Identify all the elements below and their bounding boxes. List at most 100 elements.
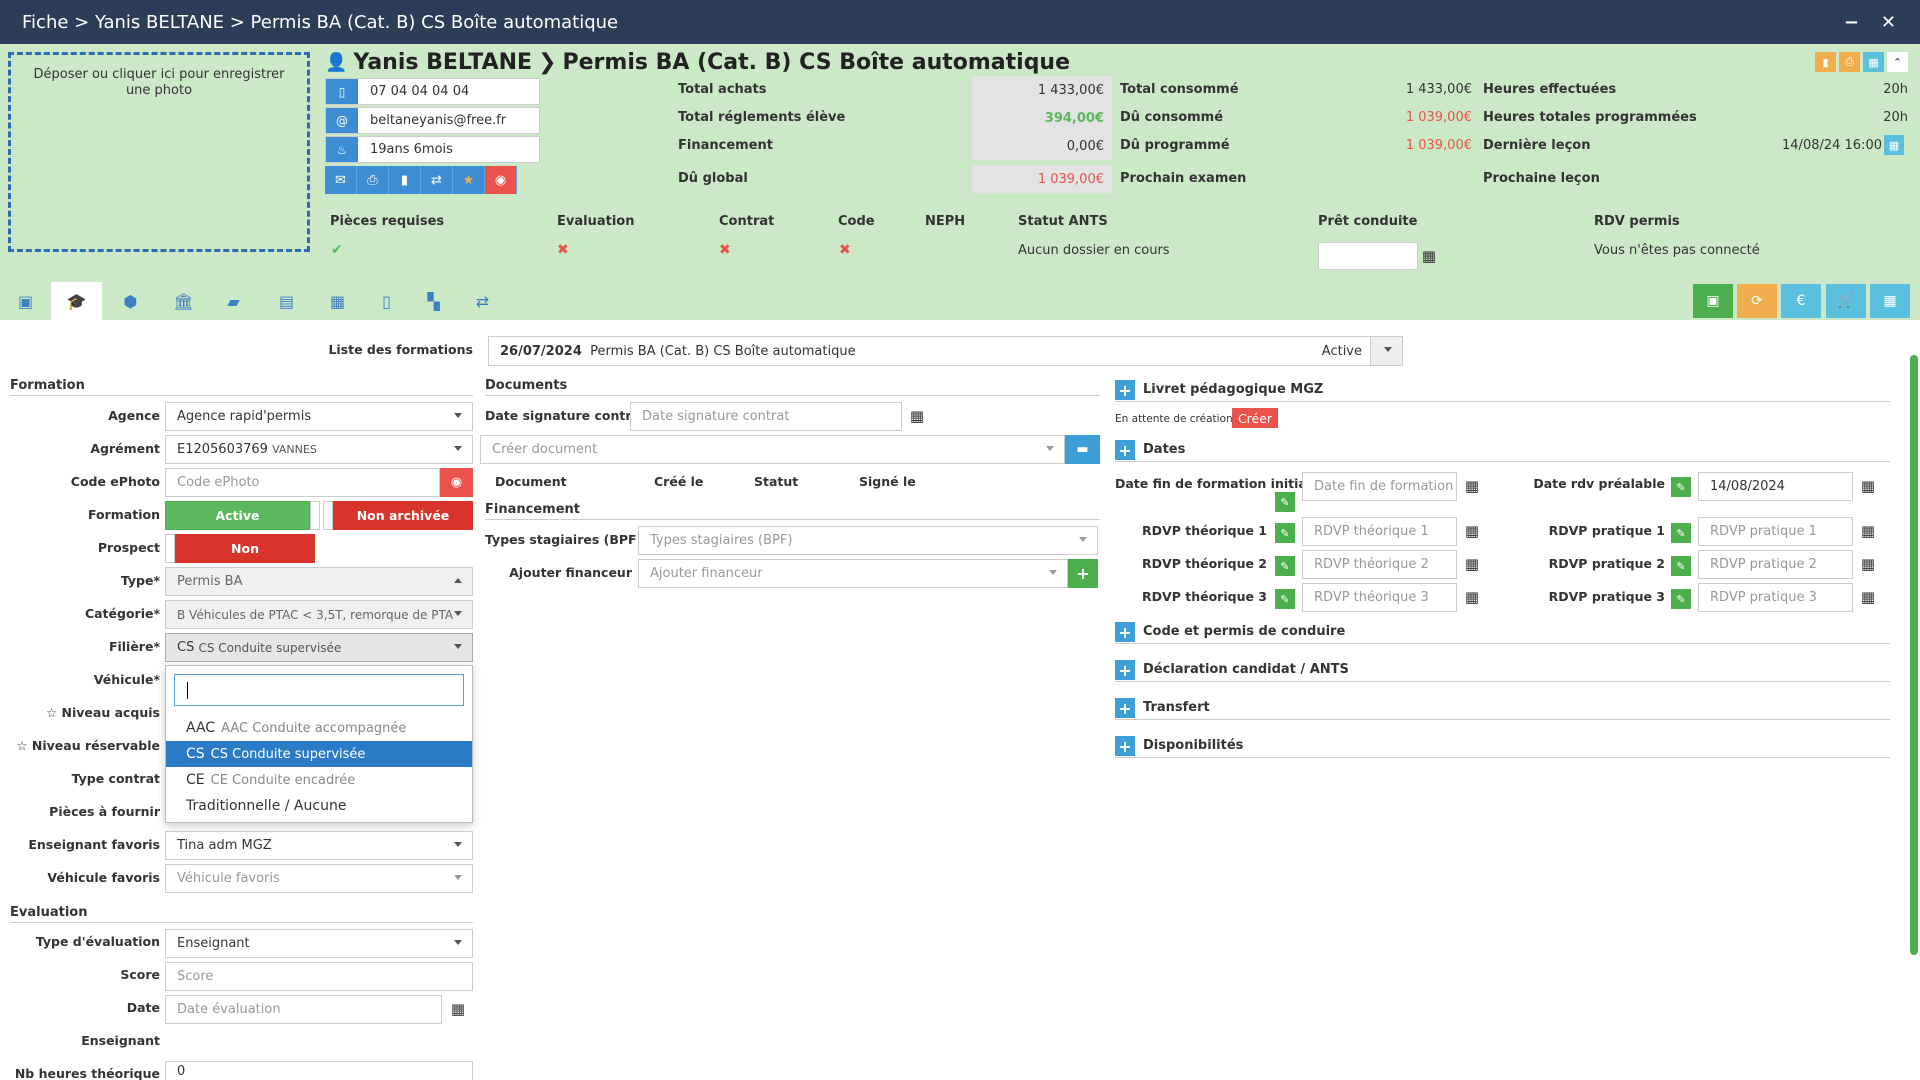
date-signature-input[interactable]: Date signature contrat: [630, 402, 902, 431]
dropdown-option[interactable]: Traditionnelle / Aucune: [166, 793, 472, 819]
scrollbar[interactable]: [1910, 355, 1918, 955]
cart-icon[interactable]: 🛒: [1826, 284, 1866, 318]
transfer-icon[interactable]: ⇄: [421, 166, 453, 194]
email-field[interactable]: @ beltaneyanis@free.fr: [325, 107, 540, 134]
tab-calculator-icon[interactable]: ▦: [312, 282, 363, 320]
calendar-icon[interactable]: ▦: [1859, 555, 1877, 573]
accordion-declaration[interactable]: + Déclaration candidat / ANTS: [1115, 660, 1890, 682]
folder-icon[interactable]: ▬: [1065, 435, 1100, 464]
plus-icon[interactable]: +: [1115, 440, 1135, 460]
categorie-select[interactable]: B Véhicules de PTAC < 3,5T, remorque de …: [165, 600, 473, 629]
print-icon[interactable]: ⎙: [1839, 52, 1860, 72]
minimize-icon[interactable]: −: [1844, 12, 1859, 33]
plus-icon[interactable]: +: [1115, 698, 1135, 718]
archive-toggle[interactable]: Non archivée: [333, 501, 473, 530]
calendar-icon[interactable]: ▦: [1463, 555, 1481, 573]
calendar-icon[interactable]: ▦: [1859, 588, 1877, 606]
prospect-toggle[interactable]: Non: [175, 534, 315, 563]
rdvp-pratique-3-input[interactable]: RDVP pratique 3: [1698, 583, 1853, 612]
date-rdv-input[interactable]: 14/08/2024: [1698, 472, 1853, 501]
creer-document-select[interactable]: Créer document: [480, 435, 1065, 464]
tab-open-book-icon[interactable]: ▚: [408, 282, 459, 320]
accordion-disponibilites[interactable]: + Disponibilités: [1115, 736, 1890, 758]
accordion-code-permis[interactable]: + Code et permis de conduire: [1115, 622, 1890, 644]
edit-icon[interactable]: ✎: [1671, 556, 1691, 576]
euro-icon[interactable]: €: [1781, 284, 1821, 318]
evaluation-date-input[interactable]: Date évaluation: [165, 995, 442, 1024]
save-icon[interactable]: ▣: [1693, 284, 1733, 318]
dropdown-search-input[interactable]: [174, 674, 464, 706]
camera-icon[interactable]: ◉: [440, 468, 473, 497]
edit-icon[interactable]: ✎: [1671, 523, 1691, 543]
filiere-select[interactable]: CS CS Conduite supervisée: [165, 633, 473, 662]
calendar-icon[interactable]: ▦: [449, 1000, 467, 1018]
accordion-transfert[interactable]: + Transfert: [1115, 698, 1890, 720]
formations-select[interactable]: 26/07/2024 Permis BA (Cat. B) CS Boîte a…: [488, 336, 1403, 366]
person-name[interactable]: Yanis BELTANE: [353, 50, 532, 75]
rdvp-pratique-2-input[interactable]: RDVP pratique 2: [1698, 550, 1853, 579]
ajouter-financeur-select[interactable]: Ajouter financeur: [638, 559, 1068, 588]
tab-cubes-icon[interactable]: ⬢: [105, 282, 156, 320]
edit-icon[interactable]: ✎: [1275, 556, 1295, 576]
type-select[interactable]: Permis BA: [165, 567, 473, 596]
calendar-icon[interactable]: ▦: [1863, 52, 1884, 72]
plus-icon[interactable]: +: [1115, 622, 1135, 642]
edit-icon[interactable]: ✎: [1275, 492, 1295, 512]
ephoto-input[interactable]: Code ePhoto: [165, 468, 440, 497]
clipboard-icon[interactable]: ▮: [389, 166, 421, 194]
edit-icon[interactable]: ✎: [1275, 589, 1295, 609]
edit-icon[interactable]: ✎: [1671, 477, 1691, 497]
tab-bank-icon[interactable]: 🏛: [158, 282, 209, 320]
plus-icon[interactable]: +: [1115, 736, 1135, 756]
tab-id-card-icon[interactable]: ▤: [261, 282, 312, 320]
calendar-icon[interactable]: ▦: [1463, 522, 1481, 540]
photo-dropzone[interactable]: Déposer ou cliquer ici pour enregistrer …: [8, 52, 310, 252]
rdvp-theorique-1-input[interactable]: RDVP théorique 1: [1302, 517, 1457, 546]
phone-field[interactable]: ▯ 07 04 04 04 04: [325, 78, 540, 105]
camera-icon[interactable]: ◉: [485, 166, 517, 194]
vehicule-favoris-select[interactable]: Véhicule favoris: [165, 864, 473, 893]
close-icon[interactable]: ✕: [1881, 12, 1896, 33]
tab-formation-icon[interactable]: 🎓: [51, 282, 102, 320]
mail-icon[interactable]: ✉: [325, 166, 357, 194]
plus-icon[interactable]: +: [1115, 660, 1135, 680]
types-stagiaires-select[interactable]: Types stagiaires (BPF): [638, 526, 1098, 555]
evaluation-type-select[interactable]: Enseignant: [165, 929, 473, 958]
rdvp-theorique-3-input[interactable]: RDVP théorique 3: [1302, 583, 1457, 612]
refresh-icon[interactable]: ⟳: [1737, 284, 1777, 318]
accordion-dates[interactable]: + Dates: [1115, 440, 1890, 462]
calendar-icon[interactable]: ▦: [1463, 588, 1481, 606]
agrement-select[interactable]: E1205603769 VANNES: [165, 435, 473, 464]
accordion-livret[interactable]: + Livret pédagogique MGZ: [1115, 380, 1890, 402]
agence-select[interactable]: Agence rapid'permis: [165, 402, 473, 431]
rdvp-pratique-1-input[interactable]: RDVP pratique 1: [1698, 517, 1853, 546]
calendar-icon[interactable]: ▦: [908, 407, 926, 425]
star-icon[interactable]: ★: [453, 166, 485, 194]
calendar-icon[interactable]: ▦: [1859, 477, 1877, 495]
plus-icon[interactable]: +: [1115, 380, 1135, 400]
edit-icon[interactable]: ✎: [1275, 523, 1295, 543]
calendar-icon[interactable]: ▦: [1859, 522, 1877, 540]
dropdown-option[interactable]: AAC AAC Conduite accompagnée: [166, 715, 472, 741]
edit-icon[interactable]: ✎: [1671, 589, 1691, 609]
pret-conduite-input[interactable]: [1318, 242, 1418, 270]
dropdown-option[interactable]: CE CE Conduite encadrée: [166, 767, 472, 793]
tab-exchange-icon[interactable]: ⇄: [457, 282, 508, 320]
calendar-icon[interactable]: ▦: [1463, 477, 1481, 495]
calendar-icon[interactable]: ▦: [1420, 247, 1438, 265]
chevron-up-icon[interactable]: ⌃: [1887, 52, 1908, 72]
tab-contact-icon[interactable]: ▣: [0, 282, 51, 320]
enseignant-favoris-select[interactable]: Tina adm MGZ: [165, 831, 473, 860]
creer-button[interactable]: Créer: [1232, 408, 1278, 428]
dropdown-option[interactable]: CS CS Conduite supervisée: [166, 741, 472, 767]
active-toggle[interactable]: Active: [165, 501, 310, 530]
chevron-down-icon[interactable]: [1370, 337, 1402, 365]
tab-book-icon[interactable]: ▰: [208, 282, 259, 320]
add-financeur-button[interactable]: +: [1068, 559, 1098, 588]
clipboard-icon[interactable]: ▮: [1815, 52, 1836, 72]
date-fin-formation-input[interactable]: Date fin de formation: [1302, 472, 1457, 501]
nb-heures-input[interactable]: 0: [165, 1061, 473, 1080]
score-input[interactable]: Score: [165, 962, 473, 991]
rdvp-theorique-2-input[interactable]: RDVP théorique 2: [1302, 550, 1457, 579]
calendar-icon[interactable]: ▦: [1884, 135, 1904, 155]
